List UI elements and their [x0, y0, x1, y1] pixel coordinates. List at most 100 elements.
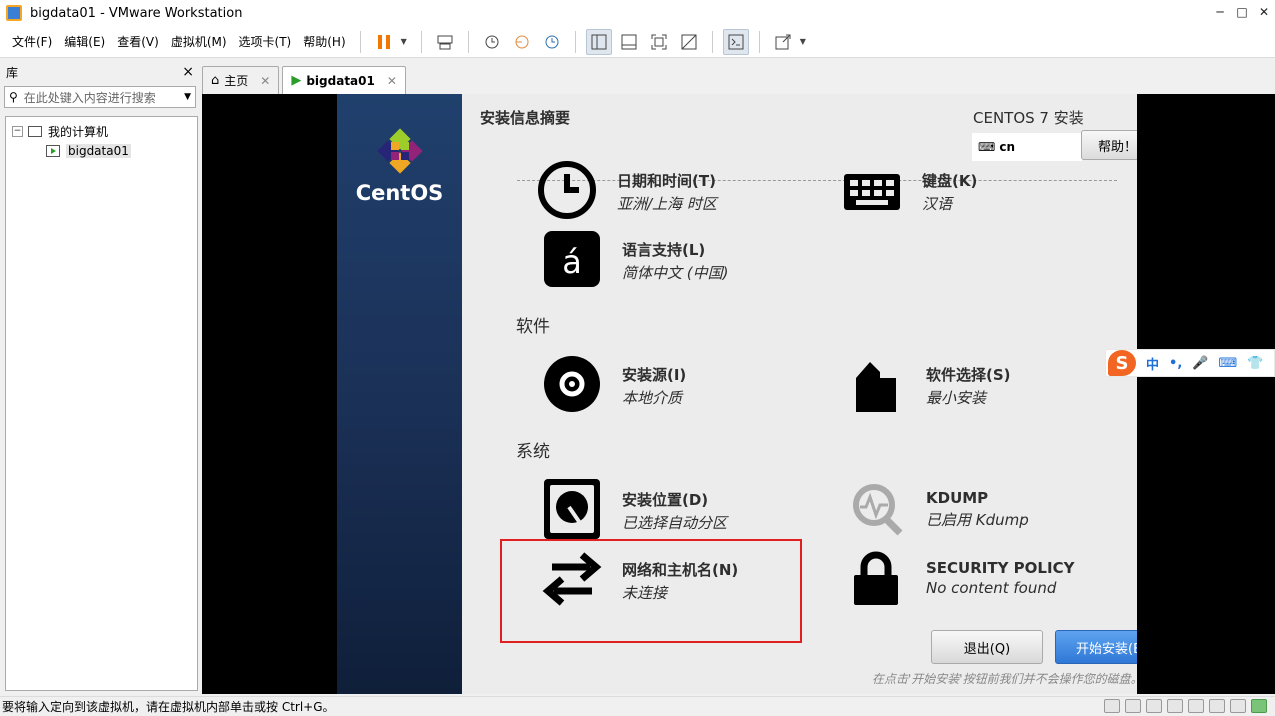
snapshot-manager-icon[interactable]: [539, 29, 565, 55]
minimize-button[interactable]: ─: [1209, 0, 1231, 24]
ime-skin-icon[interactable]: 👕: [1247, 356, 1263, 371]
close-icon[interactable]: ✕: [260, 74, 270, 88]
centos-logo-icon: [377, 128, 423, 174]
begin-installation-button[interactable]: 开始安装(B): [1055, 630, 1137, 664]
chevron-down-icon[interactable]: ▼: [184, 92, 191, 102]
spoke-title: 键盘(K): [922, 172, 978, 190]
notes-status-icon[interactable]: [1251, 699, 1267, 713]
computer-icon: [28, 125, 42, 137]
spoke-title: 日期和时间(T): [617, 172, 716, 190]
revert-snapshot-icon[interactable]: [509, 29, 535, 55]
unity-icon[interactable]: [676, 29, 702, 55]
snapshot-icon[interactable]: [479, 29, 505, 55]
tab-strip: ⌂ 主页 ✕ ▶ bigdata01 ✕: [202, 66, 409, 94]
spoke-status: 本地介质: [622, 389, 683, 407]
usb-status-icon[interactable]: [1167, 699, 1183, 713]
tab-home[interactable]: ⌂ 主页 ✕: [202, 66, 280, 94]
spoke-kdump[interactable]: KDUMP 已启用 Kdump: [846, 479, 1029, 539]
library-close-button[interactable]: ×: [182, 64, 194, 80]
fullscreen-icon[interactable]: [646, 29, 672, 55]
menu-tabs[interactable]: 选项卡(T): [233, 30, 298, 54]
display-status-icon[interactable]: [1230, 699, 1246, 713]
ime-keyboard-icon[interactable]: ⌨: [1218, 356, 1237, 371]
menu-view[interactable]: 查看(V): [111, 30, 165, 54]
menu-edit[interactable]: 编辑(E): [58, 30, 111, 54]
tree-item-vm[interactable]: bigdata01: [46, 141, 197, 161]
hard-disk-icon: [542, 479, 602, 539]
spoke-language[interactable]: á 语言支持(L) 简体中文 (中国): [542, 229, 728, 289]
console-icon[interactable]: [722, 28, 749, 55]
installer-sidebar: CentOS: [337, 94, 462, 694]
quit-button[interactable]: 退出(Q): [931, 630, 1043, 664]
keyboard-icon: ⌨: [978, 140, 996, 154]
library-panel: 库 × ⚲ 在此处键入内容进行搜索 ▼ − 我的计算机 bigdata01: [0, 60, 200, 694]
spoke-keyboard[interactable]: 键盘(K) 汉语: [842, 160, 977, 220]
search-icon: ⚲: [9, 90, 18, 104]
hard-disk-status-icon[interactable]: [1104, 699, 1120, 713]
menu-toolbar: 文件(F) 编辑(E) 查看(V) 虚拟机(M) 选项卡(T) 帮助(H) ▼ …: [0, 26, 1275, 58]
home-icon: ⌂: [211, 73, 220, 88]
vm-console[interactable]: CentOS 安装信息摘要 CENTOS 7 安装 ⌨ cn 帮助！ 日期和时间…: [202, 94, 1275, 694]
maximize-button[interactable]: □: [1231, 0, 1253, 24]
search-input[interactable]: 在此处键入内容进行搜索: [24, 89, 184, 106]
pause-icon[interactable]: [371, 29, 397, 55]
menu-vm[interactable]: 虚拟机(M): [165, 30, 233, 54]
close-icon[interactable]: ✕: [387, 74, 397, 88]
close-button[interactable]: ✕: [1253, 0, 1275, 24]
keyboard-layout-indicator[interactable]: ⌨ cn: [972, 133, 1082, 161]
package-icon: [846, 354, 906, 414]
library-title: 库: [6, 65, 19, 80]
send-keys-icon[interactable]: [432, 29, 458, 55]
menu-file[interactable]: 文件(F): [6, 30, 58, 54]
tab-label: 主页: [224, 74, 249, 88]
menu-help[interactable]: 帮助(H): [297, 30, 351, 54]
stretch-dropdown-icon[interactable]: ▼: [800, 37, 806, 46]
spoke-status: No content found: [926, 579, 1057, 597]
library-view-icon[interactable]: [585, 28, 612, 55]
kdump-magnifier-icon: [846, 479, 906, 539]
library-search[interactable]: ⚲ 在此处键入内容进行搜索 ▼: [4, 86, 196, 108]
spoke-software-selection[interactable]: 软件选择(S) 最小安装: [846, 354, 1011, 414]
centos-wordmark: CentOS: [355, 181, 444, 205]
ime-voice-icon[interactable]: 🎤: [1192, 356, 1208, 371]
spoke-security-policy[interactable]: SECURITY POLICY No content found: [846, 549, 1074, 609]
tree-item-label: bigdata01: [66, 144, 131, 158]
toolbar-separator: [467, 30, 469, 53]
spoke-title: 安装源(I): [622, 366, 687, 384]
library-tree: − 我的计算机 bigdata01: [5, 116, 198, 691]
lock-icon: [846, 549, 906, 609]
svg-text:á: á: [562, 243, 582, 281]
spoke-install-source[interactable]: 安装源(I) 本地介质: [542, 354, 686, 414]
tree-item-my-computer[interactable]: − 我的计算机: [12, 121, 197, 141]
printer-status-icon[interactable]: [1209, 699, 1225, 713]
collapse-icon[interactable]: −: [12, 125, 23, 137]
help-button[interactable]: 帮助！: [1081, 130, 1137, 160]
ime-toolbar[interactable]: S 中 •, 🎤 ⌨ 👕: [1105, 349, 1275, 377]
ime-punctuation-icon[interactable]: •,: [1169, 356, 1182, 371]
spoke-install-destination[interactable]: 安装位置(D) 已选择自动分区: [542, 479, 727, 539]
network-status-icon[interactable]: [1146, 699, 1162, 713]
pause-dropdown-icon[interactable]: ▼: [401, 37, 407, 46]
spoke-title: 语言支持(L): [622, 241, 706, 259]
language-icon: á: [542, 229, 602, 289]
spoke-status: 已选择自动分区: [622, 514, 728, 532]
ime-chinese-mode[interactable]: 中: [1146, 354, 1159, 373]
stretch-icon[interactable]: [770, 29, 796, 55]
vm-running-icon: [46, 145, 60, 157]
spoke-title: 软件选择(S): [926, 366, 1011, 384]
toolbar-separator: [420, 30, 422, 53]
window-controls: ─ □ ✕: [1209, 0, 1275, 24]
tab-bigdata01[interactable]: ▶ bigdata01 ✕: [282, 66, 406, 94]
tab-label: bigdata01: [306, 73, 375, 88]
tree-item-label: 我的计算机: [48, 124, 109, 139]
spoke-datetime[interactable]: 日期和时间(T) 亚洲/上海 时区: [537, 160, 717, 220]
vmware-app-icon: [6, 5, 22, 21]
spoke-status: 亚洲/上海 时区: [617, 195, 717, 213]
sogou-ime-logo-icon[interactable]: S: [1108, 350, 1136, 376]
spoke-status: 已启用 Kdump: [926, 511, 1029, 529]
sound-status-icon[interactable]: [1188, 699, 1204, 713]
thumbnail-bar-icon[interactable]: [616, 29, 642, 55]
cd-dvd-status-icon[interactable]: [1125, 699, 1141, 713]
category-system: 系统: [516, 442, 550, 462]
spoke-title: 安装位置(D): [622, 491, 709, 509]
